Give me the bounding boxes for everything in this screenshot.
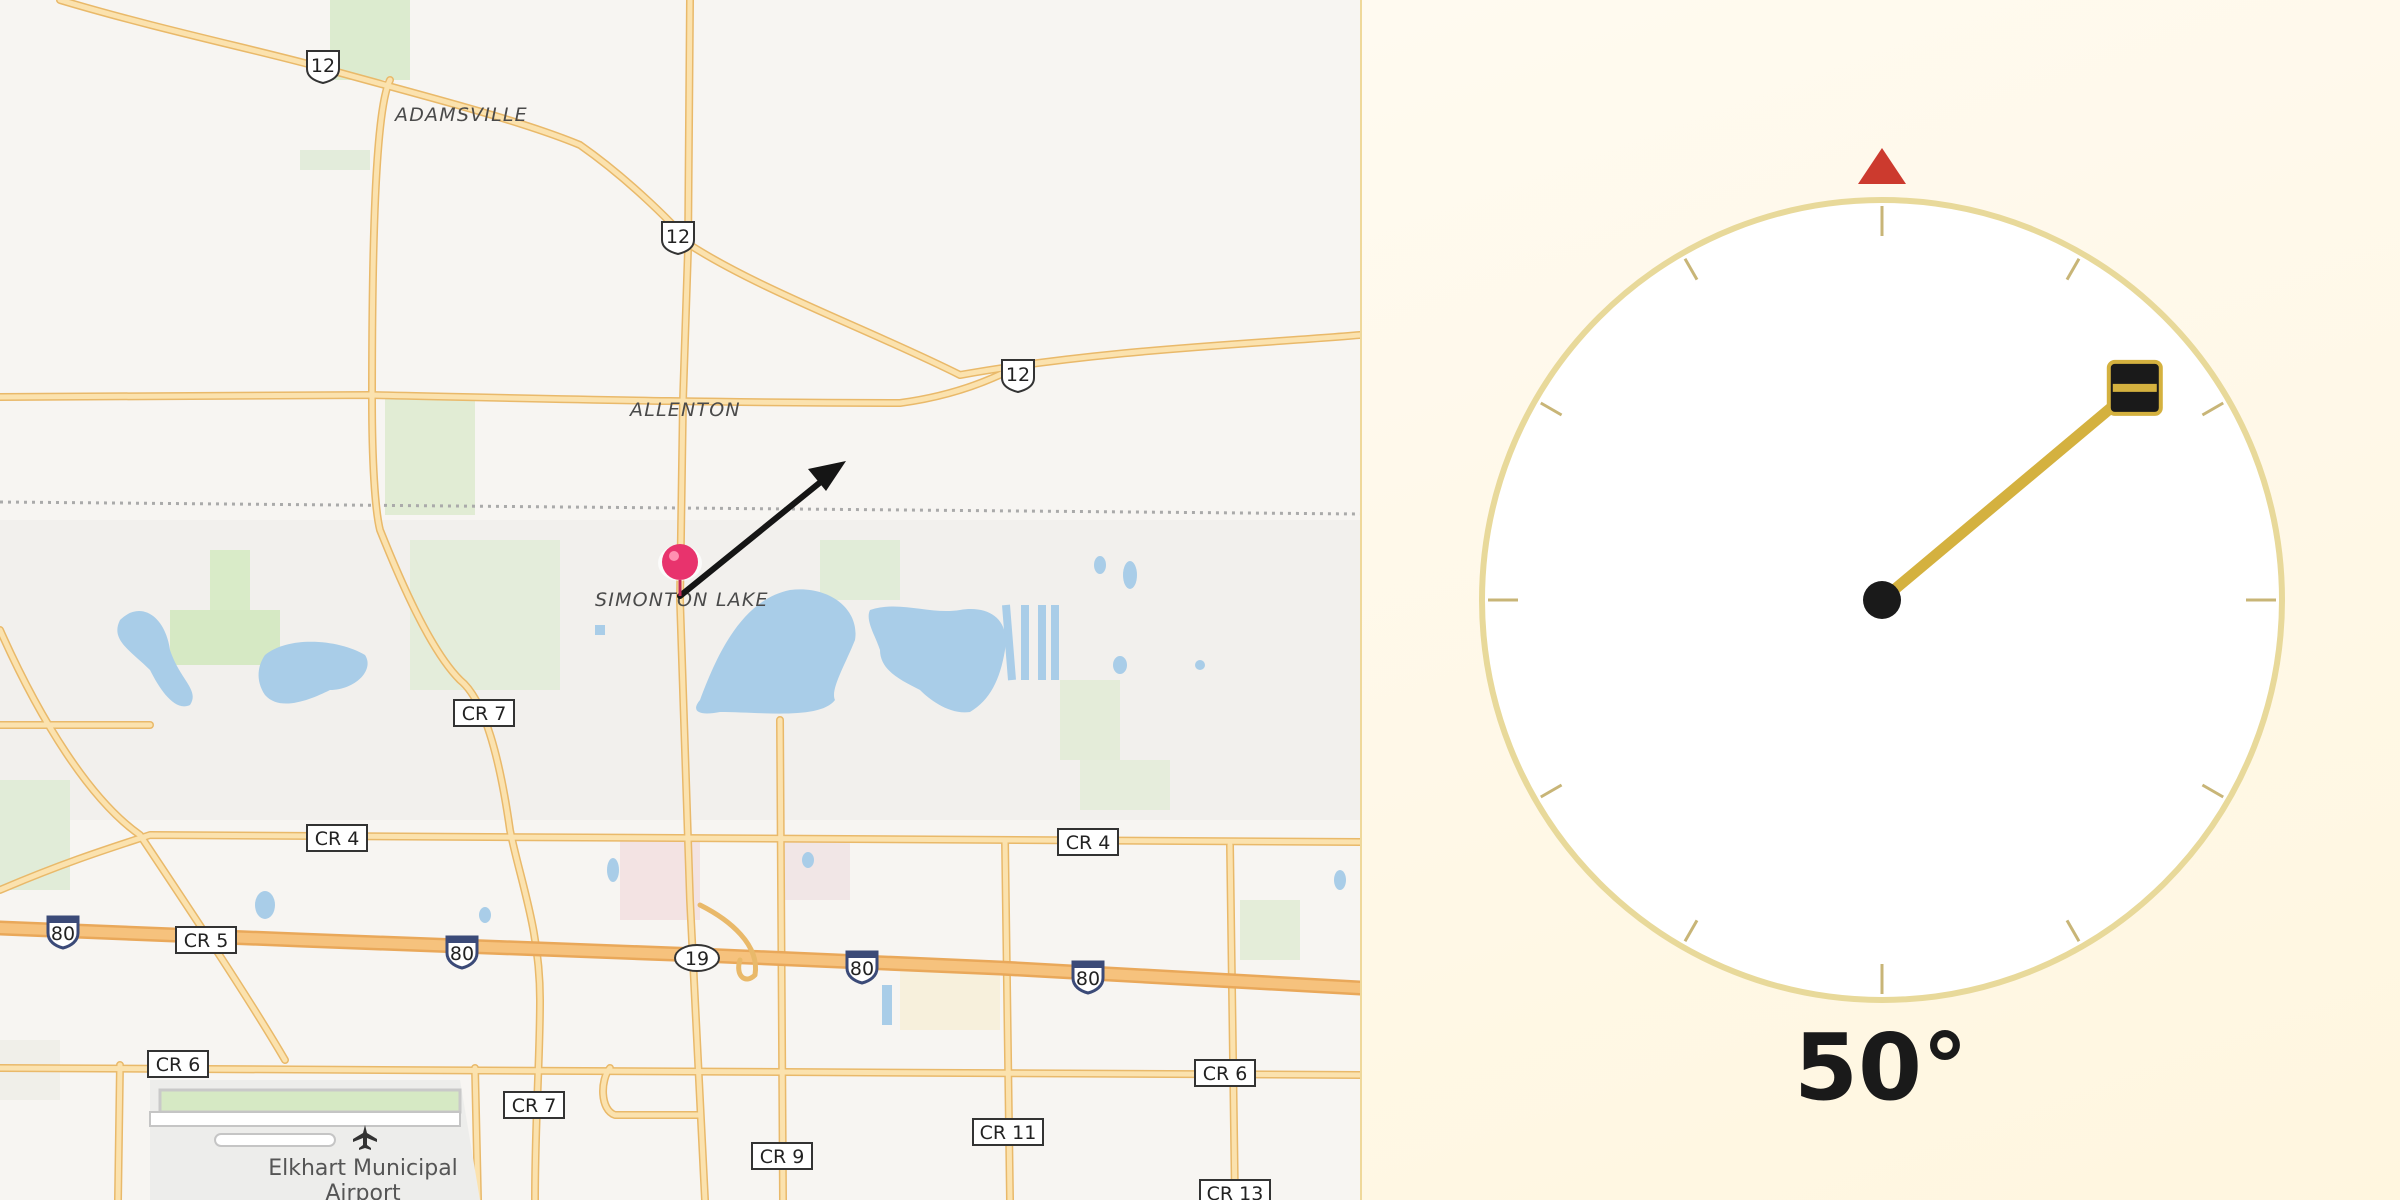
county-road-label-cr6: CR 6 xyxy=(1194,1059,1256,1087)
county-road-label-cr13: CR 13 xyxy=(1199,1179,1271,1200)
svg-text:CR 7: CR 7 xyxy=(512,1095,557,1117)
svg-text:CR 5: CR 5 xyxy=(184,930,229,952)
county-road-label-cr5: CR 5 xyxy=(175,926,237,954)
needle-handle-icon[interactable] xyxy=(2106,359,2163,416)
svg-text:80: 80 xyxy=(850,958,874,980)
interstate-shield: 80 xyxy=(445,935,479,970)
svg-text:CR 9: CR 9 xyxy=(760,1146,805,1168)
svg-text:CR 11: CR 11 xyxy=(980,1122,1037,1144)
us-route-shield: 12 xyxy=(1001,359,1035,394)
north-triangle-icon xyxy=(1858,148,1906,184)
airport-label-line2: Airport xyxy=(325,1181,401,1200)
us-route-shield: 12 xyxy=(661,221,695,256)
svg-text:CR 7: CR 7 xyxy=(462,703,507,725)
svg-text:80: 80 xyxy=(51,923,75,945)
svg-text:19: 19 xyxy=(685,948,709,970)
svg-text:CR 6: CR 6 xyxy=(1203,1063,1248,1085)
county-road-label-cr7: CR 7 xyxy=(453,699,515,727)
place-label-allenton: ALLENTON xyxy=(628,399,741,421)
compass-center-pivot xyxy=(1863,581,1901,619)
svg-text:CR 4: CR 4 xyxy=(1066,832,1111,854)
svg-text:80: 80 xyxy=(450,943,474,965)
svg-text:80: 80 xyxy=(1076,968,1100,990)
svg-text:CR 6: CR 6 xyxy=(156,1054,201,1076)
airport-area xyxy=(149,1080,480,1200)
county-road-label-cr7: CR 7 xyxy=(503,1091,565,1119)
county-road-label-cr4: CR 4 xyxy=(306,824,368,852)
bearing-readout: 50° xyxy=(1793,1014,1969,1121)
interstate-shield: 80 xyxy=(46,915,80,950)
map-view[interactable]: Elkhart Municipal Airport ADAMSVILLE ALL… xyxy=(0,0,1362,1200)
interstate-shield: 80 xyxy=(1071,960,1105,995)
svg-text:12: 12 xyxy=(1006,364,1030,386)
state-route-shield: 19 xyxy=(674,944,720,972)
place-label-adamsville: ADAMSVILLE xyxy=(393,104,528,126)
svg-text:CR 4: CR 4 xyxy=(315,828,360,850)
svg-text:12: 12 xyxy=(311,55,335,77)
county-road-label-cr4: CR 4 xyxy=(1057,828,1119,856)
county-road-label-cr9: CR 9 xyxy=(751,1142,813,1170)
county-road-label-cr11: CR 11 xyxy=(972,1118,1044,1146)
svg-text:12: 12 xyxy=(666,226,690,248)
interstate-shield: 80 xyxy=(845,950,879,985)
compass-panel: 50° xyxy=(1362,0,2400,1200)
svg-text:CR 13: CR 13 xyxy=(1207,1183,1264,1200)
airport-label-line1: Elkhart Municipal xyxy=(268,1156,458,1181)
county-road-label-cr6: CR 6 xyxy=(147,1050,209,1078)
us-route-shield: 12 xyxy=(306,50,340,85)
